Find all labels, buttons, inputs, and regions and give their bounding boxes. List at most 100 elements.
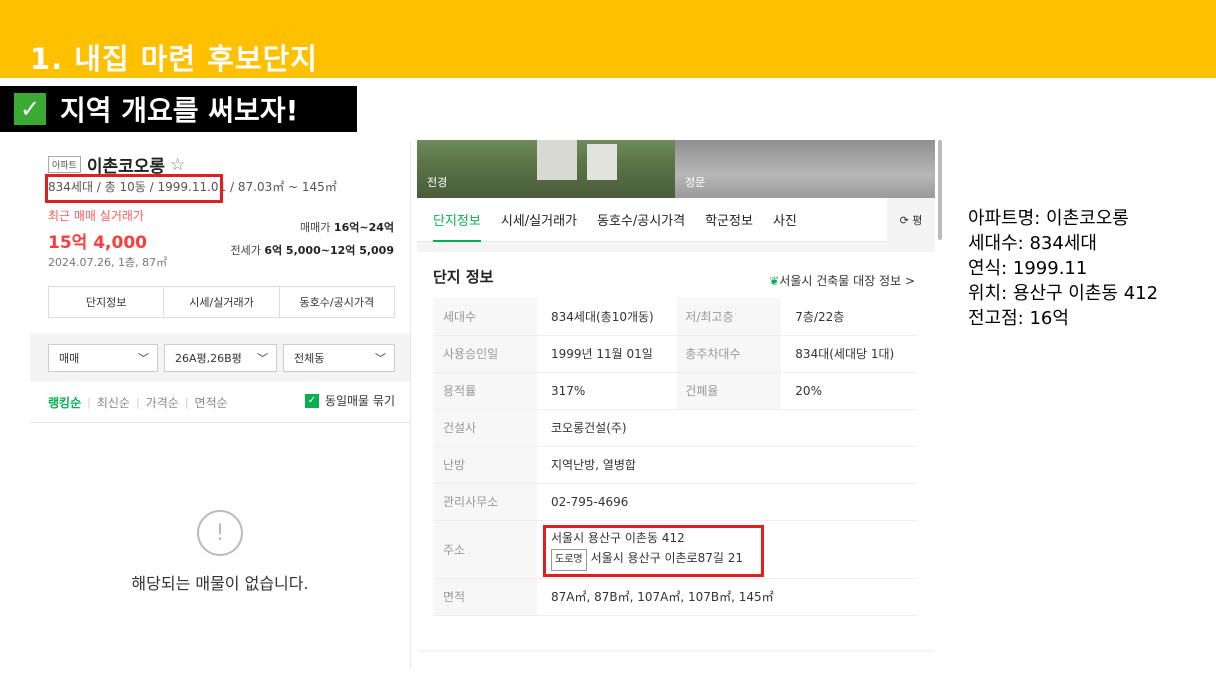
next-card <box>417 652 935 667</box>
same-listing-label: 동일매물 묶기 <box>324 394 395 408</box>
tab-price[interactable]: 시세/실거래가 <box>501 198 577 242</box>
photo-caption: 전경 <box>427 176 448 189</box>
row-key: 건설사 <box>433 409 537 447</box>
complex-list-panel: 아파트 이촌코오롱 ☆ 834세대 / 총 10동 / 1999.11.01 /… <box>30 142 411 667</box>
chevron-down-icon: ﹀ <box>375 352 386 365</box>
note-line: 위치: 용산구 이촌동 412 <box>968 283 1159 304</box>
recent-date: 2024.07.26, 1층, 87㎡ <box>48 256 168 269</box>
row-value: 지역난방, 열병합 <box>537 446 917 484</box>
info-title: 단지 정보 <box>433 268 494 286</box>
table-row: 건설사 코오롱건설(주) <box>433 409 917 447</box>
tab-complex-info[interactable]: 단지정보 <box>433 198 481 242</box>
tab-complex-info[interactable]: 단지정보 <box>49 287 165 317</box>
same-listing-toggle[interactable]: ✓ 동일매물 묶기 <box>304 392 395 409</box>
row-key: 저/최고층 <box>677 298 782 336</box>
check-mark-icon: ✓ <box>14 93 46 125</box>
area-value: 26A평,26B평 <box>175 352 242 365</box>
complex-detail-panel: 전경 정문 단지정보 시세/실거래가 동호수/공시가격 학군정보 사진 ⟳ 평 … <box>417 140 935 667</box>
row-key: 건폐율 <box>677 372 782 410</box>
row-value: 834세대(총10개동) <box>537 298 678 336</box>
building-select[interactable]: 전체동 ﹀ <box>283 344 395 372</box>
row-key: 사용승인일 <box>433 335 537 373</box>
jeonse-range: 전세가 6억 5,000~12억 5,009 <box>230 242 394 258</box>
sort-row: 랭킹순 | 최신순 | 가격순 | 면적순 ✓ 동일매물 묶기 <box>48 392 395 411</box>
sort-latest[interactable]: 최신순 <box>97 394 130 411</box>
row-key: 주소 <box>433 520 537 579</box>
highlight-box <box>45 174 223 203</box>
table-row: 난방 지역난방, 열병합 <box>433 446 917 484</box>
highlight-box <box>543 525 764 577</box>
exclamation-icon: ! <box>197 510 243 556</box>
table-row: 용적률 317% 건폐율 20% <box>433 372 917 410</box>
chevron-down-icon: ﹀ <box>138 352 149 365</box>
trade-type-value: 매매 <box>59 352 80 365</box>
detail-tabs: 단지정보 시세/실거래가 동호수/공시가격 학군정보 사진 ⟳ 평 <box>417 198 935 242</box>
sale-range: 매매가 16억~24억 <box>300 219 394 235</box>
scrollbar[interactable] <box>938 140 942 240</box>
area-select[interactable]: 26A평,26B평 ﹀ <box>164 344 277 372</box>
recent-price: 15억 4,000 <box>48 233 147 253</box>
checkbox-checked-icon[interactable]: ✓ <box>304 393 319 408</box>
jeonse-label: 전세가 <box>230 244 261 257</box>
tab-school[interactable]: 학군정보 <box>705 198 753 242</box>
recent-price-label: 최근 매매 실거래가 <box>48 209 144 223</box>
type-tag: 아파트 <box>48 156 81 173</box>
row-value: 834대(세대당 1대) <box>781 335 917 373</box>
tab-price[interactable]: 시세/실거래가 <box>164 287 280 317</box>
building-registry-link[interactable]: ❦서울시 건축물 대장 정보 > <box>769 272 915 289</box>
photo-gate[interactable]: 정문 <box>675 140 935 198</box>
note-line: 전고점: 16억 <box>968 308 1069 329</box>
row-value: 02-795-4696 <box>537 483 917 521</box>
photo-caption: 정문 <box>685 176 706 189</box>
row-key: 난방 <box>433 446 537 484</box>
chevron-down-icon: ﹀ <box>257 352 268 365</box>
page-title: 1. 내집 마련 후보단지 <box>30 42 318 76</box>
link-label: 서울시 건축물 대장 정보 > <box>779 274 915 288</box>
photo-strip: 전경 정문 <box>417 140 935 198</box>
photo-overview[interactable]: 전경 <box>417 140 675 198</box>
row-value: 20% <box>781 372 917 410</box>
row-value: 1999년 11월 01일 <box>537 335 678 373</box>
trade-type-select[interactable]: 매매 ﹀ <box>48 344 158 372</box>
row-value: 87A㎡, 87B㎡, 107A㎡, 107B㎡, 145㎡ <box>537 578 917 616</box>
row-value: 7층/22층 <box>781 298 917 336</box>
sale-label: 매매가 <box>300 221 331 234</box>
row-key: 관리사무소 <box>433 483 537 521</box>
sort-area[interactable]: 면적순 <box>195 394 228 411</box>
table-row: 사용승인일 1999년 11월 01일 총주차대수 834대(세대당 1대) <box>433 335 917 373</box>
sale-value: 16억~24억 <box>333 221 394 234</box>
table-row: 세대수 834세대(총10개동) 저/최고층 7층/22층 <box>433 298 917 336</box>
note-line: 세대수: 834세대 <box>968 233 1097 254</box>
note-line: 아파트명: 이촌코오롱 <box>968 208 1129 229</box>
table-row: 관리사무소 02-795-4696 <box>433 483 917 521</box>
refresh-icon: ⟳ <box>899 213 909 227</box>
row-key: 면적 <box>433 578 537 616</box>
row-value: 317% <box>537 372 678 410</box>
complex-info-card: 단지 정보 ❦서울시 건축물 대장 정보 > 세대수 834세대(총10개동) … <box>417 252 935 650</box>
divider <box>30 422 410 423</box>
building-value: 전체동 <box>294 352 325 365</box>
table-row: 면적 87A㎡, 87B㎡, 107A㎡, 107B㎡, 145㎡ <box>433 578 917 616</box>
sort-ranking[interactable]: 랭킹순 <box>48 394 81 411</box>
sort-price[interactable]: 가격순 <box>146 394 179 411</box>
empty-message: 해당되는 매물이 없습니다. <box>131 574 309 593</box>
row-value: 코오롱건설(주) <box>537 409 917 447</box>
jeonse-value: 6억 5,000~12억 5,009 <box>264 244 394 257</box>
note-line: 연식: 1999.11 <box>968 258 1088 279</box>
tab-unit-price[interactable]: 동호수/공시가격 <box>597 198 685 242</box>
star-icon[interactable]: ☆ <box>170 155 185 175</box>
complex-tabs: 단지정보 시세/실거래가 동호수/공시가격 <box>48 286 395 318</box>
unit-toggle-button[interactable]: ⟳ 평 <box>887 198 935 242</box>
leaf-icon: ❦ <box>769 274 780 288</box>
title-banner: 1. 내집 마련 후보단지 <box>0 0 1216 78</box>
unit-label: 평 <box>912 214 923 227</box>
tab-unit-price[interactable]: 동호수/공시가격 <box>280 287 394 317</box>
row-key: 세대수 <box>433 298 537 336</box>
row-key: 용적률 <box>433 372 537 410</box>
summary-notes: 아파트명: 이촌코오롱 세대수: 834세대 연식: 1999.11 위치: 용… <box>968 206 1158 331</box>
subtitle-text: 지역 개요를 써보자! <box>60 94 299 127</box>
row-key: 총주차대수 <box>677 335 782 373</box>
tab-photos[interactable]: 사진 <box>773 198 797 242</box>
section-subtitle: ✓ 지역 개요를 써보자! <box>0 86 357 132</box>
filter-bar: 매매 ﹀ 26A평,26B평 ﹀ 전체동 ﹀ <box>30 334 410 382</box>
